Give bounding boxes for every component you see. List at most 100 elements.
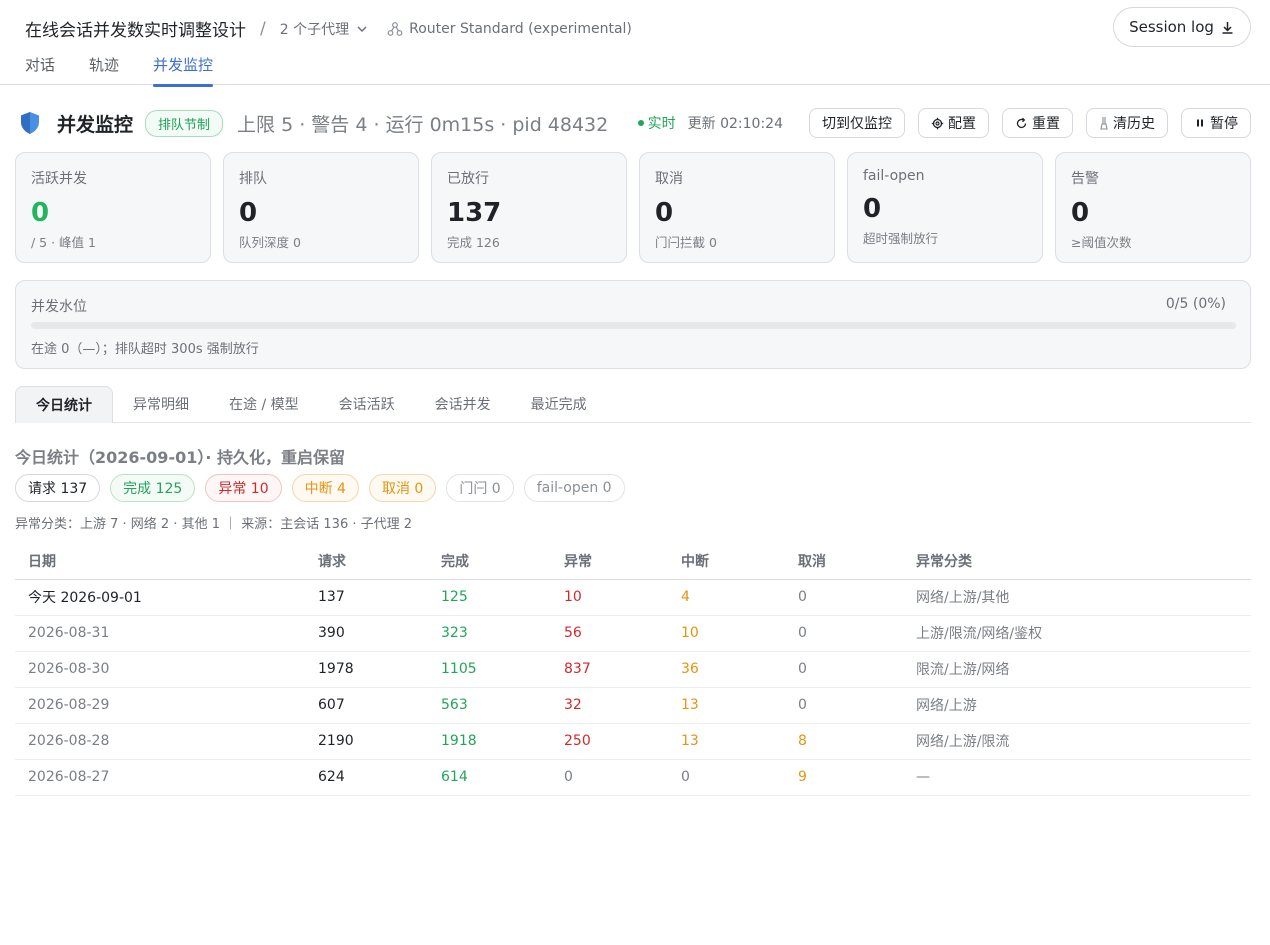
pause-icon: [1197, 119, 1203, 127]
cell-interrupted: 13: [668, 723, 785, 760]
table-row: 今天 2026-09-01 137 125 10 4 0 网络/上游/其他: [15, 579, 1251, 616]
main-tabs: 对话 轨迹 并发监控: [25, 54, 247, 87]
config-label: 配置: [948, 116, 976, 132]
tab-error-details[interactable]: 异常明细: [113, 386, 209, 422]
chip-errors: 异常 10: [205, 474, 282, 502]
tab-session-activity[interactable]: 会话活跃: [319, 386, 415, 422]
tab-conversation[interactable]: 对话: [25, 54, 55, 85]
cell-requests: 2190: [305, 723, 428, 760]
router-label: Router Standard (experimental): [409, 20, 632, 37]
tab-trajectory[interactable]: 轨迹: [89, 54, 119, 85]
tab-inflight-models[interactable]: 在途 / 模型: [209, 386, 319, 422]
cell-errors: 32: [551, 687, 668, 724]
mode-badge: 排队节制: [145, 109, 224, 137]
table-row: 2026-08-31 390 323 56 10 0 上游/限流/网络/鉴权: [15, 615, 1251, 652]
card-sub: / 5 · 峰值 1: [31, 235, 96, 250]
clear-history-button[interactable]: 清历史: [1086, 108, 1168, 138]
cell-requests: 1978: [305, 651, 428, 688]
gear-icon: [931, 117, 944, 129]
cell-interrupted: 36: [668, 651, 785, 688]
chevron-down-icon: [357, 25, 367, 32]
router-icon: [387, 21, 403, 36]
card-label: fail-open: [863, 168, 925, 184]
card-label: 已放行: [447, 171, 489, 187]
card-value: 0: [863, 194, 882, 224]
cell-cancelled: 0: [785, 615, 903, 652]
cell-date: 2026-08-30: [15, 651, 305, 688]
card-value: 0: [1071, 198, 1090, 228]
updated-time: 更新 02:10:24: [687, 116, 783, 132]
router-selector[interactable]: Router Standard (experimental): [387, 21, 632, 37]
cell-interrupted: 4: [668, 579, 785, 616]
cell-categories: 网络/上游/其他: [903, 579, 1251, 616]
pause-button[interactable]: 暂停: [1181, 108, 1251, 138]
cell-requests: 390: [305, 615, 428, 652]
card-alerts: 告警 0 ≥阈值次数: [1055, 152, 1251, 263]
config-button[interactable]: 配置: [918, 108, 989, 138]
col-errors: 异常: [551, 543, 668, 580]
card-value: 0: [31, 198, 50, 228]
session-log-label: Session log: [1129, 18, 1214, 36]
tab-today-stats[interactable]: 今日统计: [15, 386, 113, 423]
subagents-dropdown[interactable]: 2 个子代理: [280, 19, 369, 39]
tab-session-concurrency[interactable]: 会话并发: [415, 386, 511, 422]
col-cancelled: 取消: [785, 543, 903, 580]
chip-latch: 门闩 0: [446, 474, 514, 502]
tab-concurrency-monitor[interactable]: 并发监控: [153, 54, 214, 87]
cell-cancelled: 9: [785, 759, 903, 796]
table-row: 2026-08-28 2190 1918 250 13 8 网络/上游/限流: [15, 723, 1251, 760]
error-breakdown: 异常分类：上游 7 · 网络 2 · 其他 1 ｜ 来源：主会话 136 · 子…: [15, 517, 413, 532]
cell-interrupted: 0: [668, 759, 785, 796]
session-title: 在线会话并发数实时调整设计: [25, 21, 246, 41]
subagents-label: 2 个子代理: [279, 21, 350, 38]
cell-completed: 323: [428, 615, 551, 652]
col-date: 日期: [15, 543, 305, 580]
card-label: 告警: [1071, 171, 1099, 187]
breadcrumb: 在线会话并发数实时调整设计 / 2 个子代理 Router Standard (…: [25, 16, 632, 42]
tab-recent-completed[interactable]: 最近完成: [511, 386, 607, 422]
cell-interrupted: 13: [668, 687, 785, 724]
card-active-concurrency: 活跃并发 0 / 5 · 峰值 1: [15, 152, 211, 263]
cell-cancelled: 0: [785, 651, 903, 688]
cell-categories: 网络/上游/限流: [903, 723, 1251, 760]
top-bar: 在线会话并发数实时调整设计 / 2 个子代理 Router Standard (…: [0, 0, 1270, 87]
table-row: 2026-08-29 607 563 32 13 0 网络/上游: [15, 687, 1251, 724]
cell-date: 2026-08-31: [15, 615, 305, 652]
card-label: 排队: [239, 171, 267, 187]
cell-date: 2026-08-27: [15, 759, 305, 796]
card-value: 0: [239, 198, 258, 228]
stats-tabs: 今日统计 异常明细 在途 / 模型 会话活跃 会话并发 最近完成: [15, 386, 1251, 423]
reset-button[interactable]: 重置: [1002, 108, 1073, 138]
cell-errors: 250: [551, 723, 668, 760]
card-released: 已放行 137 完成 126: [431, 152, 627, 263]
cell-completed: 1105: [428, 651, 551, 688]
cell-completed: 1918: [428, 723, 551, 760]
card-label: 取消: [655, 171, 683, 187]
card-sub: 完成 126: [447, 235, 500, 250]
water-level-label: 并发水位: [31, 299, 87, 315]
cell-categories: 上游/限流/网络/鉴权: [903, 615, 1251, 652]
reset-icon: [1016, 117, 1027, 128]
cell-completed: 563: [428, 687, 551, 724]
cell-categories: 限流/上游/网络: [903, 651, 1251, 688]
chip-interrupted: 中断 4: [291, 474, 359, 502]
card-sub: 队列深度 0: [239, 235, 301, 250]
cell-cancelled: 0: [785, 687, 903, 724]
cell-errors: 10: [551, 579, 668, 616]
card-label: 活跃并发: [31, 171, 87, 187]
monitor-only-label: 切到仅监控: [822, 116, 892, 132]
monitor-only-button[interactable]: 切到仅监控: [809, 108, 905, 138]
water-level-note: 在途 0（—）；排队超时 300s 强制放行: [31, 342, 259, 357]
cell-completed: 125: [428, 579, 551, 616]
live-indicator: 实时: [637, 113, 676, 133]
cell-date: 2026-08-28: [15, 723, 305, 760]
chip-cancelled: 取消 0: [368, 474, 437, 502]
stat-cards: 活跃并发 0 / 5 · 峰值 1 排队 0 队列深度 0 已放行 137 完成…: [15, 152, 1251, 263]
session-log-button[interactable]: Session log: [1113, 7, 1251, 47]
col-requests: 请求: [305, 543, 428, 580]
cell-cancelled: 0: [785, 579, 903, 616]
water-level-bar: [31, 322, 1236, 329]
live-label: 实时: [647, 116, 676, 132]
broom-icon: [1100, 117, 1108, 130]
card-sub: 门闩拦截 0: [655, 235, 717, 250]
